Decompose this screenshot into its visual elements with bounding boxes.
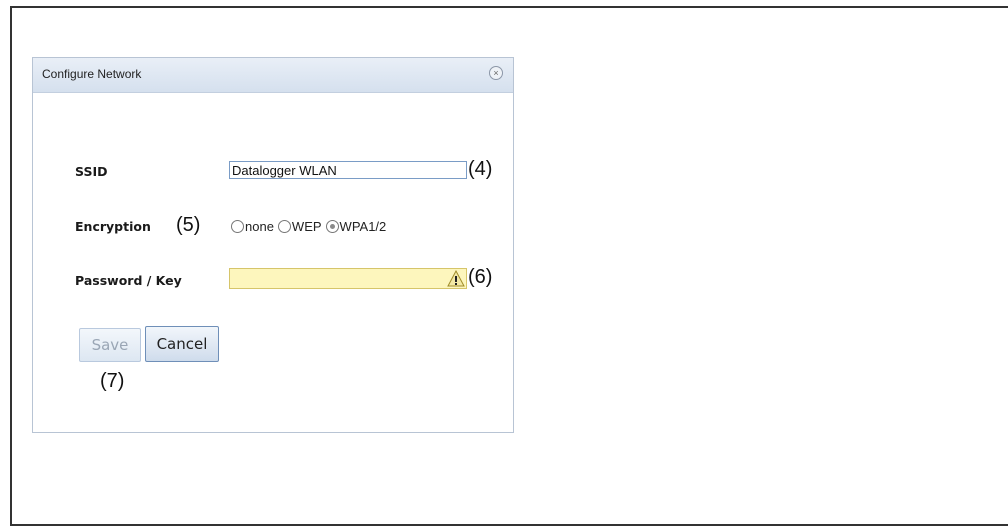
close-icon[interactable]: × <box>489 66 503 80</box>
radio-wep[interactable] <box>277 220 291 233</box>
ssid-input[interactable] <box>229 161 467 179</box>
dialog-title: Configure Network <box>42 67 142 81</box>
password-label: Password / Key <box>75 273 182 288</box>
radio-none-label: none <box>245 219 274 234</box>
encryption-radio-group: none WEP WPA1/2 <box>231 219 390 234</box>
radio-wpa-label: WPA1/2 <box>339 219 387 234</box>
radio-none[interactable] <box>231 220 244 233</box>
save-button[interactable]: Save <box>79 328 141 362</box>
warning-icon <box>447 270 465 287</box>
password-input[interactable] <box>229 268 467 289</box>
encryption-label: Encryption <box>75 219 151 234</box>
radio-wpa[interactable] <box>325 220 339 233</box>
callout-6: (6) <box>468 266 493 288</box>
configure-network-dialog: Configure Network × SSID (4) Encryption … <box>32 57 514 433</box>
radio-wep-label: WEP <box>291 219 322 234</box>
callout-4: (4) <box>468 158 493 180</box>
cancel-button[interactable]: Cancel <box>145 326 219 362</box>
dialog-titlebar: Configure Network × <box>33 58 513 93</box>
callout-5: (5) <box>176 214 201 236</box>
callout-7: (7) <box>100 370 125 392</box>
ssid-label: SSID <box>75 164 108 179</box>
